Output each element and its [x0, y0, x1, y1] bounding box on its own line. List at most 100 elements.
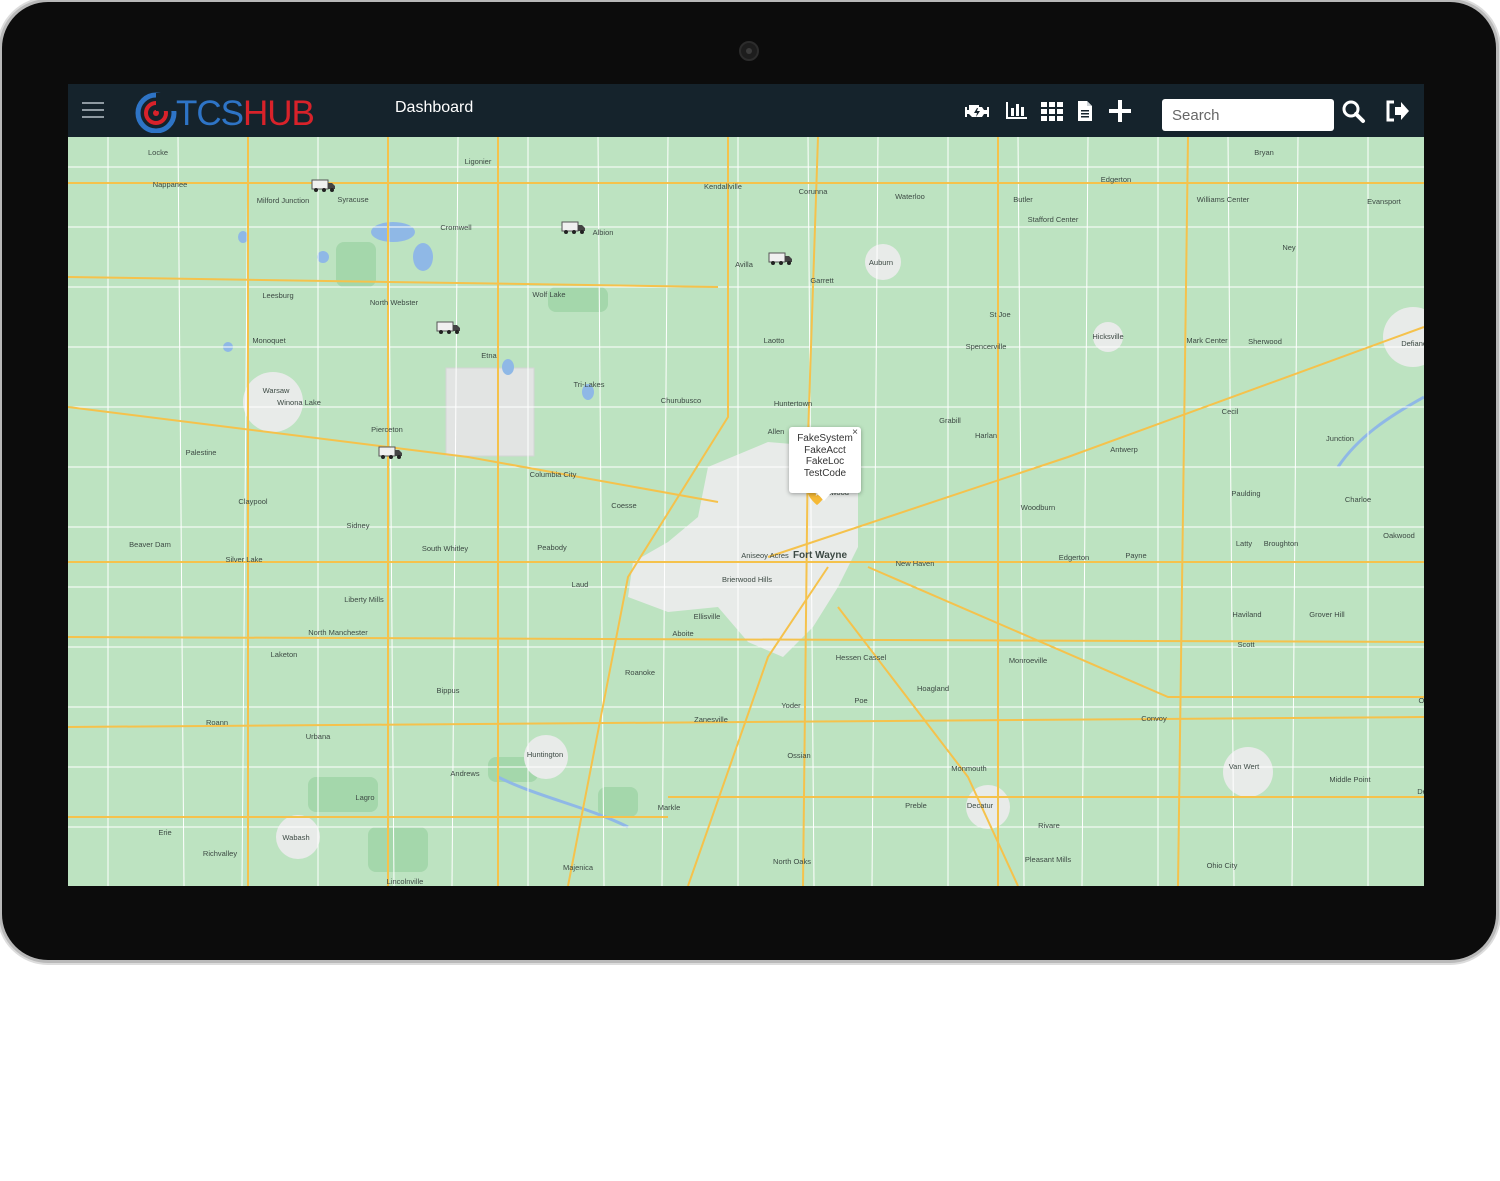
map-place-label: Ney — [1282, 243, 1296, 252]
map-place-label: Claypool — [238, 497, 268, 506]
popup-code: TestCode — [803, 467, 847, 479]
map-place-label: Syracuse — [337, 195, 368, 204]
map-place-label: Sidney — [347, 521, 370, 530]
map-place-label: Warsaw — [263, 386, 290, 395]
search-icon[interactable] — [1340, 98, 1368, 124]
map-place-label: Corunna — [799, 187, 829, 196]
truck-marker[interactable] — [378, 446, 404, 460]
popup-account: FakeAcct — [804, 444, 846, 456]
map-place-label: Urbana — [306, 732, 331, 741]
map-place-label: Yoder — [781, 701, 801, 710]
engine-icon[interactable] — [963, 98, 991, 124]
map-place-label: Grover Hill — [1309, 610, 1345, 619]
map-place-label: Bryan — [1254, 148, 1274, 157]
map-place-label: Defiance — [1401, 339, 1424, 348]
map-place-label: Laotto — [764, 336, 785, 345]
map-place-label: Monroeville — [1009, 656, 1047, 665]
map-place-label: Ottoville — [1418, 696, 1424, 705]
map-place-label: Roann — [206, 718, 228, 727]
page-title: Dashboard — [395, 99, 474, 116]
camera-icon — [739, 41, 759, 61]
map-place-label: Antwerp — [1110, 445, 1138, 454]
map-place-label: Pierceton — [371, 425, 403, 434]
map-place-label: Ohio City — [1207, 861, 1238, 870]
map-place-label: North Manchester — [308, 628, 368, 637]
map-place-label: Roanoke — [625, 668, 655, 677]
map-place-label: North Webster — [370, 298, 419, 307]
map-place-label: Sherwood — [1248, 337, 1282, 346]
map-place-label: Brierwood Hills — [722, 575, 772, 584]
logo-text: TCSHUB — [176, 94, 315, 133]
map-place-label: Wolf Lake — [532, 290, 565, 299]
map-place-label: Churubusco — [661, 396, 701, 405]
map-place-label: Ligonier — [465, 157, 492, 166]
map-place-label: Rivare — [1038, 821, 1060, 830]
plus-icon[interactable] — [1106, 98, 1134, 124]
map-info-popup: × FakeSystem FakeAcct FakeLoc TestCode — [789, 427, 861, 501]
map-place-label: Decatur — [967, 801, 994, 810]
map-place-label: Huntington — [527, 750, 563, 759]
map-place-label: Charloe — [1345, 495, 1371, 504]
map-place-label: Auburn — [869, 258, 893, 267]
map-place-label: Ossian — [787, 751, 810, 760]
map-place-label: Etna — [481, 351, 497, 360]
map-place-label: St Joe — [989, 310, 1010, 319]
map-place-label: New Haven — [896, 559, 935, 568]
app-screen: TCSHUB Dashboard Loc — [68, 84, 1424, 886]
map-place-label: Milford Junction — [257, 196, 310, 205]
map-place-label: Monoquet — [252, 336, 286, 345]
map-place-label: Ellisville — [694, 612, 721, 621]
map-place-label: Wabash — [282, 833, 309, 842]
map-place-label: Lagro — [355, 793, 374, 802]
map-place-label: Lincolnville — [387, 877, 424, 886]
tcshub-logo[interactable]: TCSHUB — [132, 89, 352, 133]
map-place-label: Paulding — [1231, 489, 1260, 498]
map-place-label: Haviland — [1232, 610, 1261, 619]
map-place-label: Edgerton — [1059, 553, 1089, 562]
map-place-label: Broughton — [1264, 539, 1299, 548]
document-icon[interactable] — [1071, 98, 1099, 124]
grid-icon[interactable] — [1038, 98, 1066, 124]
map-place-label: Winona Lake — [277, 398, 321, 407]
map-place-label: Aniseoy Acres — [741, 551, 789, 560]
top-navbar: TCSHUB Dashboard — [68, 84, 1424, 137]
logo-swirl-icon — [135, 92, 180, 133]
map-place-label: Butler — [1013, 195, 1033, 204]
menu-toggle-button[interactable] — [82, 102, 104, 120]
map-place-label: Tri-Lakes — [574, 380, 605, 389]
popup-close-button[interactable]: × — [852, 427, 858, 439]
map-place-label: Andrews — [450, 769, 479, 778]
map-place-label: Silver Lake — [225, 555, 262, 564]
map-place-label: Latty — [1236, 539, 1253, 548]
map-place-label: Harlan — [975, 431, 997, 440]
map-place-label: Payne — [1125, 551, 1146, 560]
truck-marker[interactable] — [768, 252, 794, 266]
map-view[interactable]: Locke Nappanee Ligonier Kendallville Corunna… — [68, 137, 1424, 886]
map-place-label: South Whitley — [422, 544, 469, 553]
map-place-label: Aboite — [672, 629, 693, 638]
map-place-label: Middle Point — [1329, 775, 1371, 784]
map-place-label: Grabill — [939, 416, 961, 425]
map-place-label: Pleasant Mills — [1025, 855, 1072, 864]
bar-chart-icon[interactable] — [1003, 98, 1031, 124]
map-place-label: Stafford Center — [1028, 215, 1079, 224]
map-place-label: Cecil — [1222, 407, 1239, 416]
truck-marker[interactable] — [561, 221, 587, 235]
map-place-label: Coesse — [611, 501, 636, 510]
map-place-label: Mark Center — [1186, 336, 1228, 345]
map-place-label: Edgerton — [1101, 175, 1131, 184]
map-place-label: Zanesville — [694, 715, 728, 724]
popup-system: FakeSystem — [797, 433, 853, 444]
map-place-label: Avilla — [735, 260, 754, 269]
map-place-label: Fort Wayne — [793, 550, 848, 561]
truck-marker[interactable] — [436, 321, 462, 335]
map-place-label: Convoy — [1141, 714, 1167, 723]
truck-marker[interactable] — [311, 179, 337, 193]
map-place-label: Peabody — [537, 543, 567, 552]
logout-icon[interactable] — [1383, 98, 1411, 124]
map-place-label: Laketon — [271, 650, 298, 659]
map-place-label: Junction — [1326, 434, 1354, 443]
map-place-label: Oakwood — [1383, 531, 1415, 540]
search-input[interactable] — [1162, 99, 1334, 131]
map-place-label: Scott — [1237, 640, 1255, 649]
